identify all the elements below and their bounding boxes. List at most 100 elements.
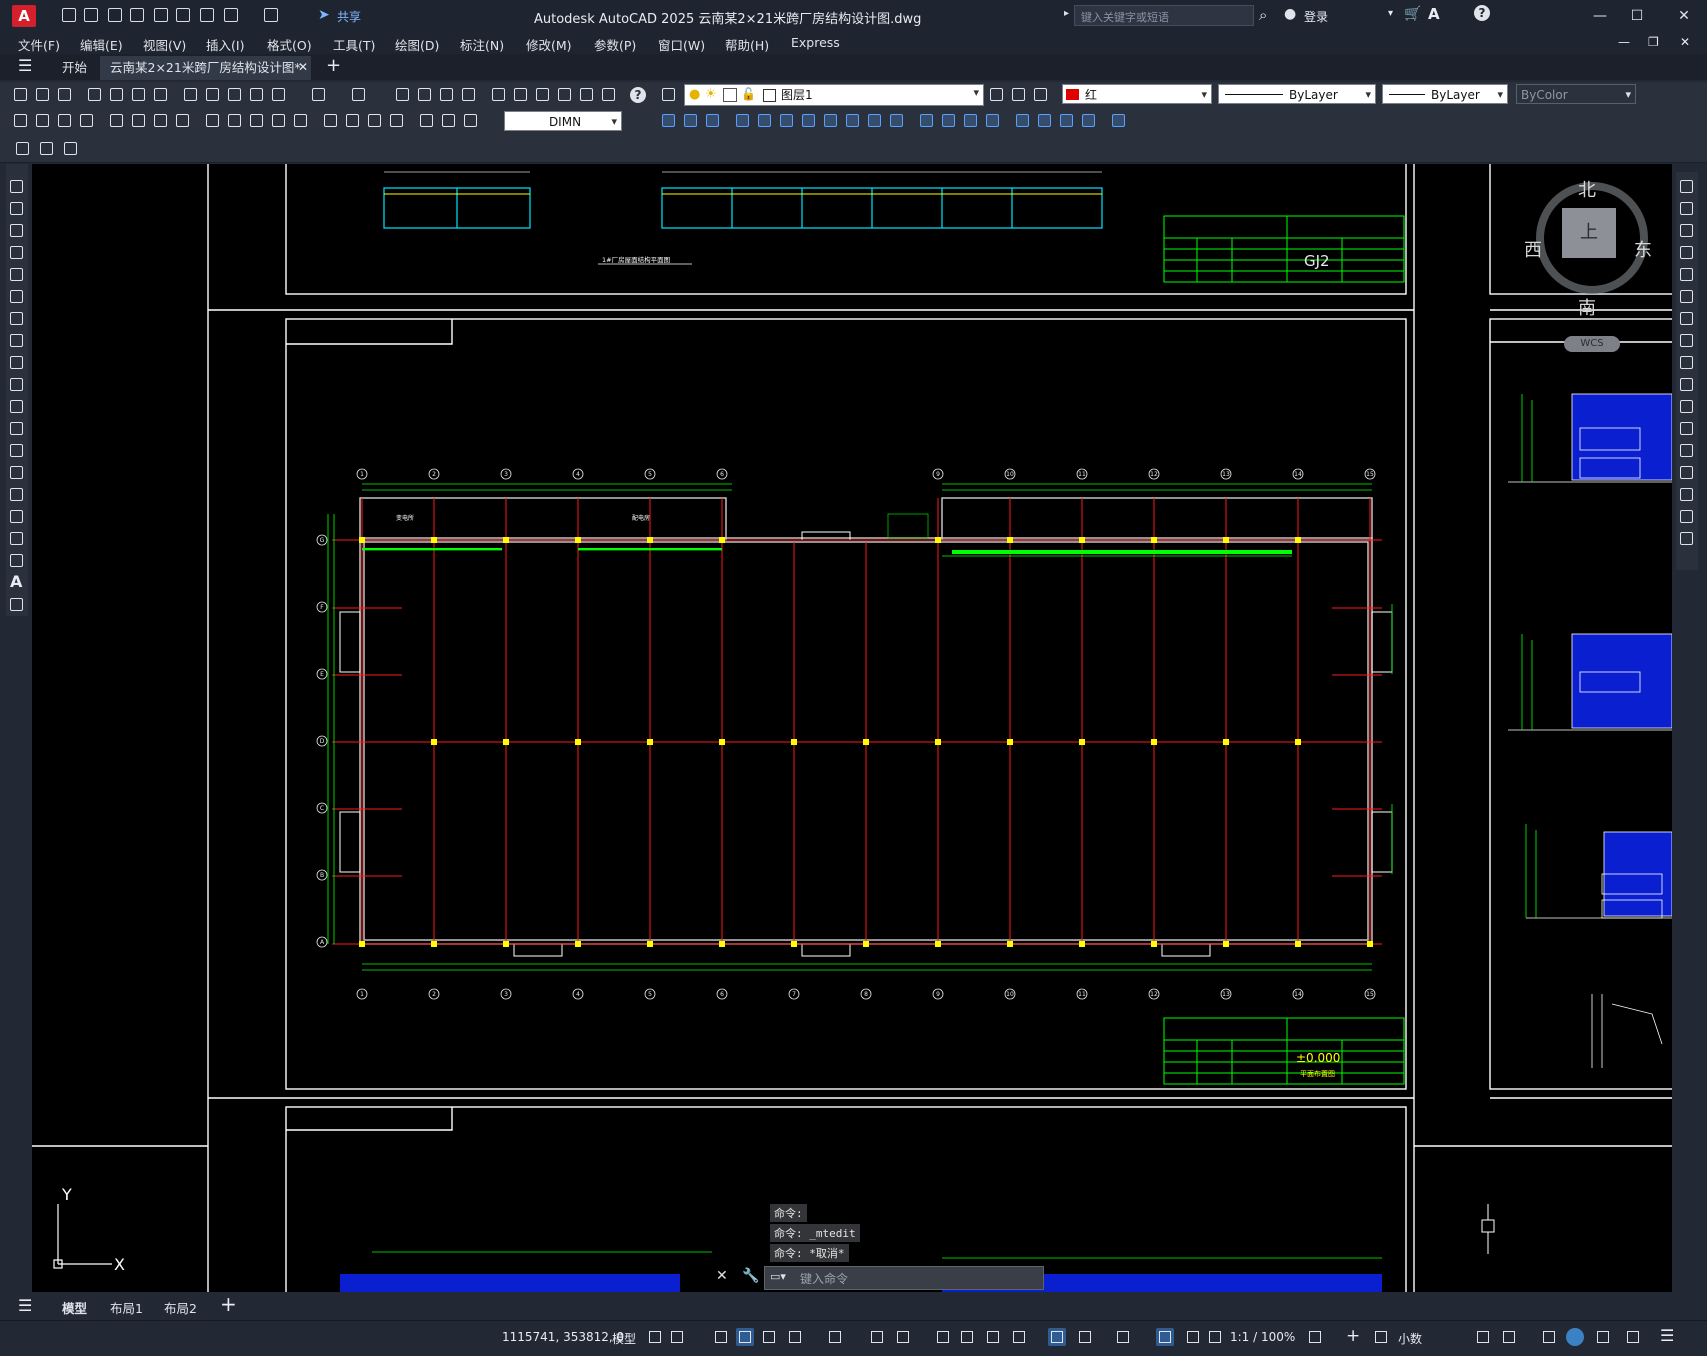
polar-tracking-icon[interactable] [786,1328,804,1346]
menu-help[interactable]: 帮助(H) [725,35,769,54]
angular-dim-icon[interactable] [174,112,191,129]
command-input[interactable]: 键入命令 [800,1270,848,1287]
rotate-icon[interactable] [1678,310,1695,327]
arc-length-icon[interactable] [56,112,73,129]
viewcube-east[interactable]: 东 [1634,236,1652,262]
hamburger-menu-icon[interactable]: ☰ [18,58,32,74]
menu-modify[interactable]: 修改(M) [526,35,572,54]
zoom-previous-icon[interactable] [460,86,477,103]
calculator-icon[interactable] [600,86,617,103]
plotstyle-dropdown[interactable]: ByColor [1516,84,1636,104]
multiline-text-icon[interactable]: A [10,572,22,591]
copy-object-icon[interactable] [1678,200,1695,217]
transparency-icon[interactable] [958,1328,976,1346]
qnew-icon[interactable] [12,86,29,103]
break-icon[interactable] [1678,420,1695,437]
search-icon[interactable]: ⌕ [1259,6,1267,24]
redo-toolbar-icon[interactable] [350,86,367,103]
inspection-icon[interactable] [366,112,383,129]
rectangle-icon[interactable] [8,266,25,283]
quick-dim-icon[interactable] [204,112,221,129]
tab-document[interactable]: 云南某2×21米跨厂房结构设计图* [100,56,311,80]
sheet-set-icon[interactable] [556,86,573,103]
login-dropdown-icon[interactable]: ▾ [1388,8,1393,19]
revision-cloud-icon[interactable] [8,332,25,349]
ellipse-arc-icon[interactable] [8,398,25,415]
spline-icon[interactable] [8,354,25,371]
linetype-dropdown[interactable]: ByLayer [1218,84,1376,104]
tab-layout1[interactable]: 布局1 [110,1298,143,1317]
layer-states-icon[interactable] [1032,86,1049,103]
express-tool-1-icon[interactable] [14,140,31,157]
paste-icon[interactable] [226,86,243,103]
chamfer-icon[interactable] [1678,464,1695,481]
save-icon[interactable] [106,6,124,24]
save-to-web-icon[interactable] [174,6,192,24]
new-file-icon[interactable] [60,6,78,24]
tool-r-icon[interactable] [1058,112,1075,129]
menu-draw[interactable]: 绘图(D) [395,35,439,54]
color-dropdown[interactable]: 红 [1062,84,1212,104]
gradient-icon[interactable] [8,508,25,525]
tool-n-icon[interactable] [962,112,979,129]
object-snap-tracking-icon[interactable] [868,1328,886,1346]
stretch-icon[interactable] [1678,354,1695,371]
viewcube-west[interactable]: 西 [1524,236,1542,262]
zoom-realtime-icon[interactable] [416,86,433,103]
layer-dropdown[interactable]: ● ☀ 🔓 图层1 ▾ [684,84,984,106]
snap-icon[interactable] [668,1328,686,1346]
maximize-icon[interactable]: ☐ [1627,6,1647,26]
tool-p-icon[interactable] [1014,112,1031,129]
ordinate-dim-icon[interactable] [78,112,95,129]
pdf-icon[interactable] [152,86,169,103]
express-tool-2-icon[interactable] [38,140,55,157]
redo-icon[interactable] [262,6,280,24]
menu-express[interactable]: Express [791,35,840,50]
dim-update-icon[interactable] [462,112,479,129]
add-layout-icon[interactable]: + [220,1292,237,1316]
login-button[interactable]: 登录 [1304,8,1328,25]
make-current-layer-icon[interactable] [988,86,1005,103]
help-toolbar-icon[interactable]: ? [630,87,646,103]
markup-icon[interactable] [578,86,595,103]
doc-close-icon[interactable]: ✕ [1680,35,1690,49]
tool-s-icon[interactable] [1080,112,1097,129]
polygon-icon[interactable] [8,244,25,261]
design-center-icon[interactable] [512,86,529,103]
isometric-icon[interactable] [826,1328,844,1346]
publish-icon[interactable] [130,86,147,103]
jogged-dim-icon[interactable] [130,112,147,129]
autodesk-a360-icon[interactable]: A [1428,5,1440,23]
tool-o-icon[interactable] [984,112,1001,129]
selection-cycling-icon[interactable] [984,1328,1002,1346]
open-from-web-icon[interactable] [152,6,170,24]
lightbulb-icon[interactable]: ● [689,87,700,102]
dim-space-icon[interactable] [270,112,287,129]
tab-layout2[interactable]: 布局2 [164,1298,197,1317]
cart-icon[interactable]: 🛒 [1404,6,1421,22]
sun-icon[interactable]: ☀ [705,87,717,102]
dim-break-icon[interactable] [292,112,309,129]
fullscreen-icon[interactable] [1624,1328,1642,1346]
undo-icon[interactable] [222,6,240,24]
diameter-dim-icon[interactable] [152,112,169,129]
infer-constraints-icon[interactable] [712,1328,730,1346]
viewcube-wcs-menu[interactable]: WCS [1564,336,1620,352]
clean-screen-icon[interactable] [1594,1328,1612,1346]
add-selected-icon[interactable] [8,596,25,613]
circle-icon[interactable] [8,310,25,327]
line-tool-icon[interactable] [8,178,25,195]
tab-close-icon[interactable]: ✕ [298,60,308,74]
customization-menu-icon[interactable]: ☰ [1660,1326,1674,1345]
tool-b-icon[interactable] [682,112,699,129]
model-space-toggle[interactable]: 模型 [612,1330,636,1347]
point-icon[interactable] [8,464,25,481]
isolate-objects-icon[interactable] [1540,1328,1558,1346]
save-as-icon[interactable] [128,6,146,24]
grid-icon[interactable] [646,1328,664,1346]
annotation-monitor-plus-icon[interactable]: + [1346,1326,1360,1346]
menu-parametric[interactable]: 参数(P) [594,35,636,54]
lineweight-toggle-icon[interactable] [934,1328,952,1346]
linear-dim-icon[interactable] [12,112,29,129]
tool-c-icon[interactable] [704,112,721,129]
